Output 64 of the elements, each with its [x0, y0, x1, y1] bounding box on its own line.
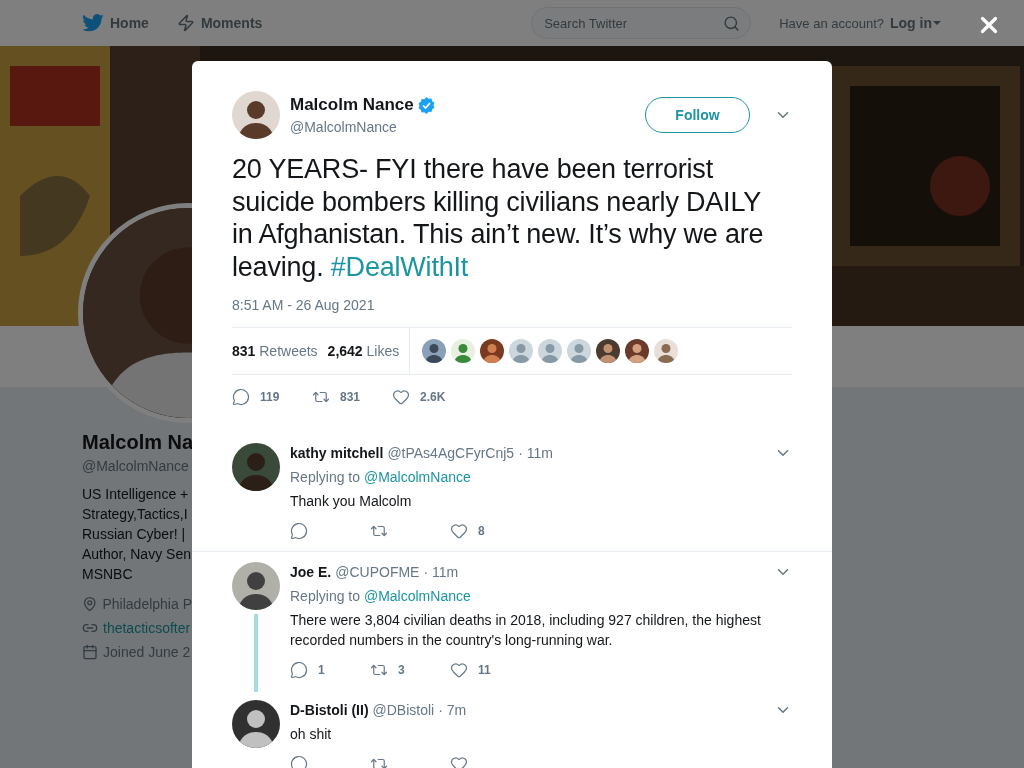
search-icon	[723, 14, 741, 32]
like-icon	[392, 388, 410, 406]
like-button[interactable]: 8	[450, 522, 530, 540]
reply-author-name: Joe E.	[290, 564, 332, 580]
author-name: Malcolm Nance	[290, 95, 414, 115]
profile-handle: @MalcolmNance	[82, 458, 190, 474]
avatar	[232, 91, 280, 139]
mention-link[interactable]: @MalcolmNance	[363, 588, 471, 604]
login-link[interactable]: Log in	[890, 15, 942, 31]
reply-icon	[290, 755, 308, 768]
calendar-icon	[82, 644, 98, 660]
tweet-timestamp: 8:51 AM - 26 Aug 2021	[232, 297, 376, 313]
reply-icon	[232, 388, 250, 406]
reply-text: Thank you Malcolm	[290, 492, 413, 511]
lightning-icon	[176, 14, 195, 32]
reply-icon	[290, 522, 308, 540]
avatar	[232, 700, 280, 748]
replying-to-text: Replying to @MalcolmNance	[290, 587, 472, 606]
reply-button[interactable]: 119	[232, 388, 312, 406]
bird-icon	[82, 14, 104, 32]
reply-time: · 11m	[518, 445, 553, 461]
caret-icon	[932, 19, 942, 27]
nav-link[interactable]: Home	[82, 14, 149, 32]
reply-icon	[290, 661, 308, 679]
bio-line: Author, Navy Sen	[82, 545, 192, 564]
profile-name: Malcolm Na	[82, 431, 192, 454]
like-icon	[450, 661, 468, 679]
stat-link[interactable]: 2,642 Likes	[327, 343, 400, 359]
search-field[interactable]: Search Twitter	[531, 7, 752, 39]
tweet-text: 20 YEARS- FYI there have been terrorist suicide bombers killing civilians nearly DAILY in Afghanistan. This ain’t new. It’s why we are leaving. #DealWithIt	[232, 153, 765, 283]
location-icon	[82, 596, 98, 612]
bio-line: Strategy,Tactics,I	[82, 505, 189, 524]
reply-handle: @DBistoli	[372, 702, 435, 718]
like-button[interactable]: 2.6K	[392, 388, 472, 406]
retweet-button[interactable]: 3	[370, 661, 450, 679]
reply-text: There were 3,804 civilian deaths in 2018, including 927 children, the highest recorded numbers in the country's long-running war.	[290, 611, 762, 650]
reply-handle: @CUPOFME	[335, 564, 420, 580]
mention-link[interactable]: @MalcolmNance	[363, 469, 471, 485]
replying-to-text: Replying to @MalcolmNance	[290, 468, 472, 487]
bio-line: MSNBC	[82, 565, 134, 584]
account-prompt: Have an account?	[779, 15, 884, 31]
bio-line: Russian Cyber! |	[82, 525, 187, 544]
stat-link[interactable]: 831 Retweets	[232, 343, 318, 359]
hashtag-link[interactable]: #DealWithIt	[330, 251, 469, 282]
avatar	[232, 443, 280, 491]
reply-author-name: D-Bistoli (II)	[290, 702, 369, 718]
bio-line: US Intelligence +	[82, 485, 190, 504]
author-handle: @MalcolmNance	[290, 119, 398, 135]
nav-link[interactable]: Moments	[176, 14, 263, 32]
joined-text: Joined June 2	[103, 644, 191, 660]
like-icon	[450, 522, 468, 540]
location-text: Philadelphia P	[102, 596, 192, 612]
reply-button[interactable]: 1	[290, 661, 370, 679]
reply-text: oh shit	[290, 725, 333, 744]
reply-time: · 7m	[438, 702, 467, 718]
reply-author-name: kathy mitchell	[290, 445, 384, 461]
verified-badge-icon	[417, 96, 435, 114]
avatar	[232, 562, 280, 610]
reply-handle: @tPAs4AgCFyrCnj5	[387, 445, 515, 461]
retweet-button[interactable]: 831	[312, 388, 392, 406]
reply-time: · 11m	[423, 564, 459, 580]
follow-button[interactable]: Follow	[645, 97, 750, 133]
like-icon	[450, 755, 468, 768]
like-button[interactable]: 11	[450, 661, 530, 679]
